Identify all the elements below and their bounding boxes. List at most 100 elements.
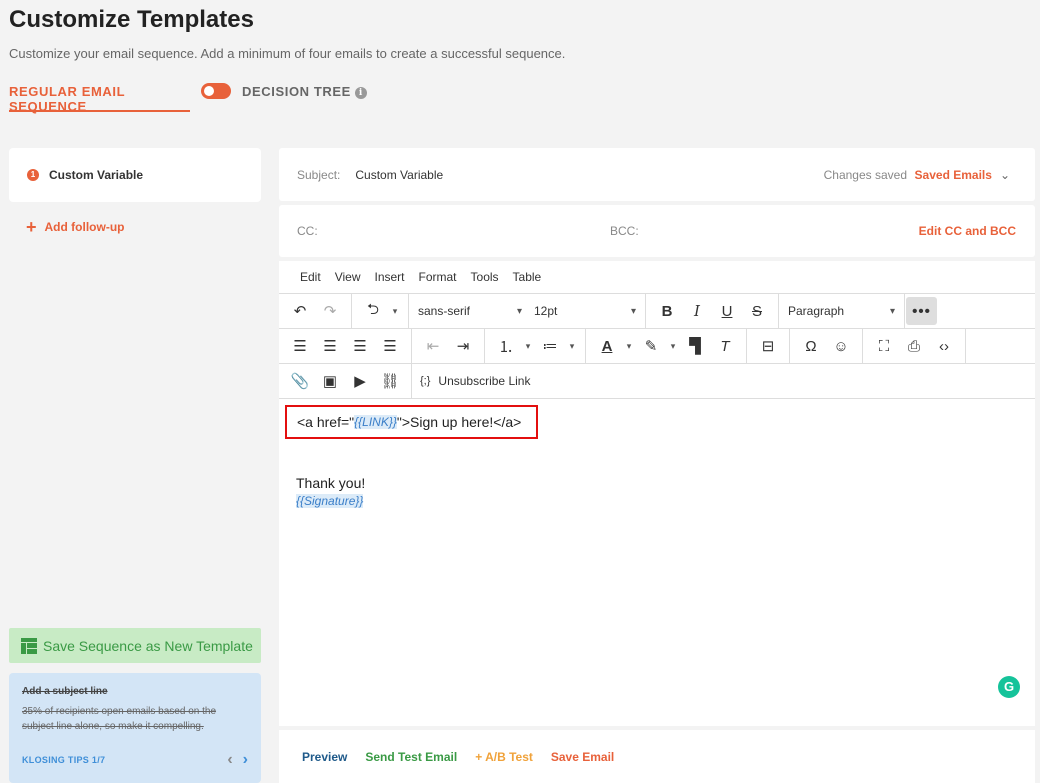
ab-test-button[interactable]: + A/B Test [475, 750, 533, 764]
signature-variable: {{Signature}} [296, 492, 364, 508]
menu-format[interactable]: Format [419, 270, 457, 284]
font-group: sans-serif ▾ 12pt ▾ [409, 294, 646, 328]
step-label: Custom Variable [49, 168, 144, 182]
editor-body[interactable]: <a href=" {{LINK}} ">Sign up here!</a> Tha… [279, 399, 1035, 508]
grammarly-icon[interactable]: G [998, 676, 1020, 698]
menu-edit[interactable]: Edit [300, 270, 321, 284]
sequence-step-1[interactable]: 1 Custom Variable [9, 148, 261, 202]
video-icon[interactable]: ▶ [346, 367, 374, 395]
chevron-down-icon[interactable]: ▾ [389, 297, 401, 325]
cc-field[interactable]: CC: [297, 224, 318, 238]
history-group: ↶ ↷ [279, 294, 352, 328]
chevron-down-icon[interactable]: ▾ [667, 332, 679, 360]
mode-tabs: REGULAR EMAIL SEQUENCE DECISION TREE i [9, 80, 367, 114]
align-group: ☰ ☰ ☰ ☰ [279, 329, 412, 363]
template-insert-group: ⮌ ▾ [352, 294, 409, 328]
toolbar-row-3: 📎 ▣ ▶ ⛓ {;} Unsubscribe Link [279, 364, 1035, 399]
menu-view[interactable]: View [335, 270, 361, 284]
format-painter-icon[interactable]: ▜ [681, 332, 709, 360]
page-break-icon[interactable]: ⊟ [754, 332, 782, 360]
chevron-right-icon[interactable]: › [243, 751, 248, 769]
highlight-icon[interactable]: ✎ [637, 332, 665, 360]
sequence-mode-toggle[interactable] [201, 83, 231, 99]
email-editor: Edit View Insert Format Tools Table ↶ ↷ … [279, 261, 1035, 726]
numbered-list-icon[interactable]: ⒈ [492, 332, 520, 360]
tip-counter: KLOSING TIPS 1/7 [22, 755, 106, 765]
preview-button[interactable]: Preview [302, 750, 347, 764]
chevron-down-icon[interactable]: ▾ [623, 332, 635, 360]
underline-icon[interactable]: U [713, 297, 741, 325]
view-group: ⛶ ⎙ ‹› [863, 329, 966, 363]
subject-row: Subject: Custom Variable Changes saved S… [279, 148, 1035, 201]
subject-input[interactable]: Custom Variable [355, 168, 443, 182]
strikethrough-icon[interactable]: S [743, 297, 771, 325]
chevron-left-icon[interactable]: ‹ [227, 751, 232, 769]
tab-regular-email-sequence[interactable]: REGULAR EMAIL SEQUENCE [9, 80, 190, 114]
font-family-select[interactable]: sans-serif ▾ [413, 297, 527, 325]
bold-icon[interactable]: B [653, 297, 681, 325]
source-code-icon[interactable]: ‹› [930, 332, 958, 360]
tip-title: Add a subject line [22, 686, 108, 697]
emoji-icon[interactable]: ☺ [827, 332, 855, 360]
italic-icon[interactable]: I [683, 297, 711, 325]
tab-decision-label: DECISION TREE [242, 84, 351, 99]
menu-table[interactable]: Table [513, 270, 542, 284]
save-template-label: Save Sequence as New Template [43, 637, 253, 654]
tab-decision-tree[interactable]: DECISION TREE i [242, 80, 367, 99]
save-sequence-template-button[interactable]: Save Sequence as New Template [9, 628, 261, 663]
chevron-down-icon: ▾ [889, 305, 895, 317]
block-format-group: Paragraph ▾ [779, 294, 905, 328]
special-character-icon[interactable]: Ω [797, 332, 825, 360]
menu-tools[interactable]: Tools [471, 270, 499, 284]
edit-cc-bcc-link[interactable]: Edit CC and BCC [919, 224, 1016, 238]
print-icon[interactable]: ⎙ [900, 332, 928, 360]
indent-icon[interactable]: ⇥ [449, 332, 477, 360]
unsubscribe-link-button[interactable]: {;} Unsubscribe Link [412, 364, 530, 398]
menu-insert[interactable]: Insert [374, 270, 404, 284]
clear-formatting-icon[interactable]: T [711, 332, 739, 360]
fullscreen-icon[interactable]: ⛶ [870, 332, 898, 360]
step-number-badge: 1 [27, 169, 39, 181]
send-test-email-button[interactable]: Send Test Email [365, 750, 457, 764]
align-right-icon[interactable]: ☰ [346, 332, 374, 360]
align-justify-icon[interactable]: ☰ [376, 332, 404, 360]
save-email-button[interactable]: Save Email [551, 750, 614, 764]
undo-icon[interactable]: ↶ [286, 297, 314, 325]
more-options-icon[interactable]: ••• [906, 297, 937, 325]
chevron-down-icon[interactable]: ▾ [522, 332, 534, 360]
chevron-down-icon: ▾ [516, 305, 522, 317]
text-color-icon[interactable]: A [593, 332, 621, 360]
insert-variable-icon[interactable]: ⮌ [359, 297, 387, 325]
chevron-down-icon: ⌄ [999, 167, 1010, 182]
template-icon [21, 637, 37, 654]
font-family-value: sans-serif [418, 304, 471, 318]
block-format-select[interactable]: Paragraph ▾ [783, 297, 900, 325]
align-center-icon[interactable]: ☰ [316, 332, 344, 360]
more-group: ••• [905, 294, 938, 328]
info-icon[interactable]: i [354, 87, 367, 99]
attachment-icon[interactable]: 📎 [286, 367, 314, 395]
font-size-value: 12pt [534, 304, 558, 318]
tip-nav: ‹ › [227, 751, 248, 769]
align-left-icon[interactable]: ☰ [286, 332, 314, 360]
unsubscribe-icon: {;} [420, 375, 431, 387]
highlighted-link-line: <a href=" {{LINK}} ">Sign up here!</a> [285, 405, 538, 439]
chevron-down-icon[interactable]: ▾ [566, 332, 578, 360]
tip-body: 35% of recipients open emails based on t… [22, 706, 217, 732]
plus-icon: + [26, 217, 37, 237]
bullet-list-icon[interactable]: ≔ [536, 332, 564, 360]
list-group: ⒈ ▾ ≔ ▾ [485, 329, 586, 363]
page-subtitle: Customize your email sequence. Add a min… [9, 46, 566, 61]
image-icon[interactable]: ▣ [316, 367, 344, 395]
redo-icon[interactable]: ↷ [316, 297, 344, 325]
unsubscribe-label: Unsubscribe Link [438, 374, 531, 388]
font-size-select[interactable]: 12pt ▾ [529, 297, 641, 325]
link-icon[interactable]: ⛓ [376, 367, 404, 395]
chevron-down-icon: ▾ [630, 305, 636, 317]
add-followup-button[interactable]: + Add follow-up [26, 217, 125, 237]
klosing-tips-panel: Add a subject line 35% of recipients ope… [9, 673, 261, 783]
outdent-icon[interactable]: ⇤ [419, 332, 447, 360]
bcc-field[interactable]: BCC: [610, 224, 639, 238]
saved-emails-dropdown[interactable]: Saved Emails ⌄ [915, 168, 1010, 182]
link-suffix: ">Sign up here!</a> [396, 414, 522, 430]
